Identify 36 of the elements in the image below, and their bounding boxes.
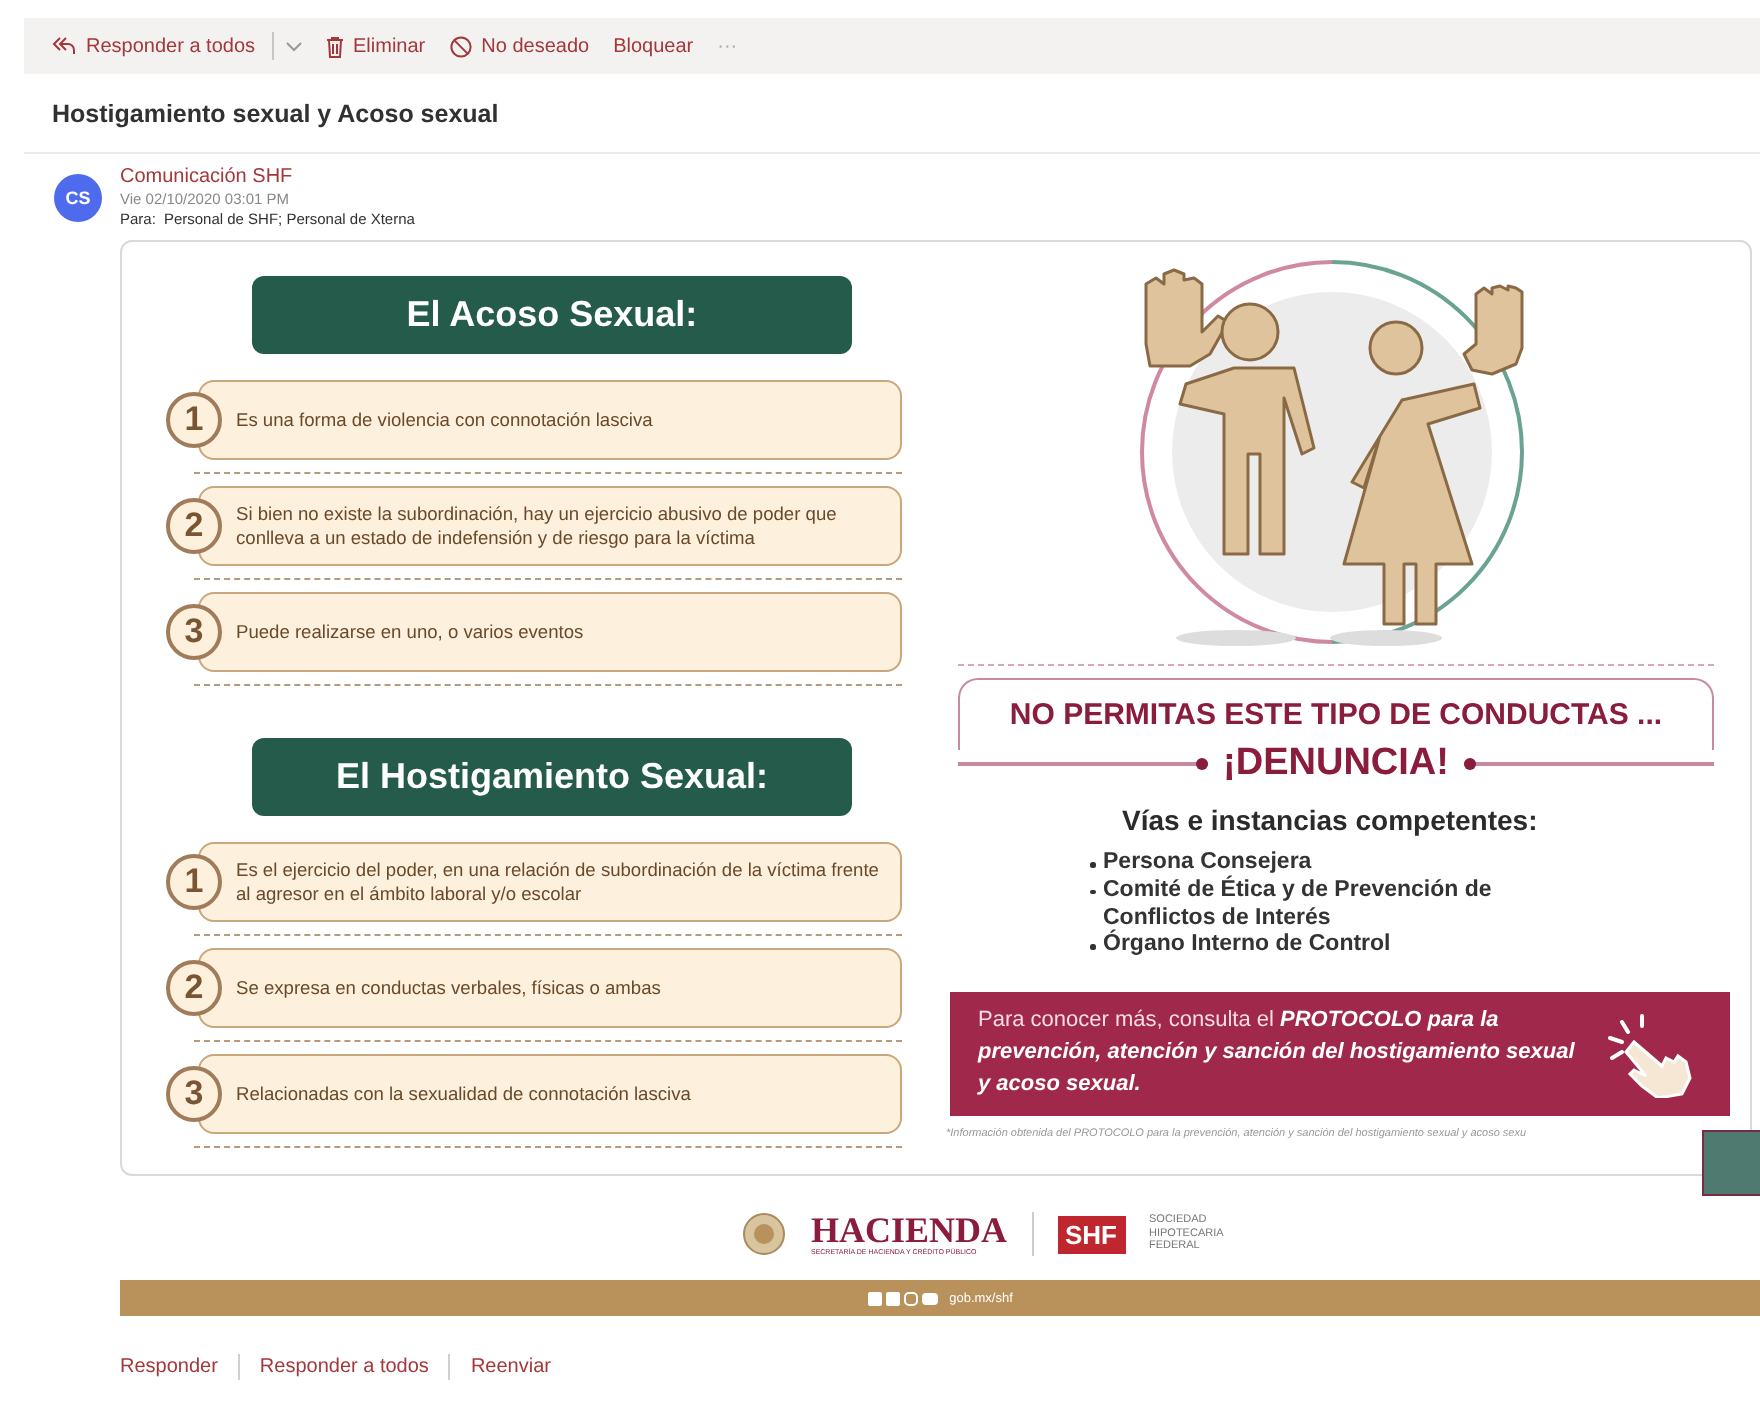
seal-icon [742,1212,787,1256]
point-number: 3 [166,1066,222,1122]
shf-logo: SHF [1057,1215,1125,1253]
bullet-icon [1090,944,1095,950]
channel-item: Persona Consejera [1103,850,1312,875]
reply-all-button[interactable]: Responder a todos [52,26,256,66]
blocked-icon [449,35,472,57]
action-link[interactable]: Responder a todos [259,1356,429,1378]
warning-heading: NO PERMITAS ESTE TIPO DE CONDUCTAS ... [958,678,1714,750]
email-subject: Hostigamiento sexual y Acoso sexual [50,98,501,132]
trash-icon [325,35,344,57]
sender-name[interactable]: Comunicación SHF [120,166,415,188]
protocol-note: Para conocer más, consulta el PROTOCOLO para la prevención, atención y sanción del hostigamiento sexual y acoso sexual. [978,1006,1577,1101]
section-title: El Hostigamiento Sexual: [252,738,852,816]
point-number: 2 [166,960,222,1016]
block-button[interactable]: Bloquear [613,26,694,66]
sender-avatar: CS [54,174,102,222]
channel-item: Órgano Interno de Control [1103,932,1391,961]
junk-button[interactable]: No deseado [449,26,590,66]
hacienda-logo: HACIENDA [810,1212,1007,1248]
point-number: 2 [166,498,222,554]
point-number: 3 [166,604,222,660]
reply-all-icon [52,36,76,56]
channel-item: Comité de Ética y de Prevención de Conflictos de Interés [1103,877,1494,930]
caret-icon [285,41,302,51]
point-number: 1 [166,392,222,448]
bullet-icon [1090,862,1095,867]
pointing-hand-icon [1602,1010,1694,1099]
action-link[interactable]: Reenviar [470,1356,551,1378]
social-icons [867,1291,940,1305]
point-number: 1 [166,854,222,910]
delete-button[interactable]: Eliminar [325,26,426,66]
action-link[interactable]: Responder [120,1356,218,1378]
bullet-icon [1090,889,1095,895]
channels-title: Vías e instancias competentes: [1122,804,1538,836]
section-title: El Acoso Sexual: [252,276,852,354]
